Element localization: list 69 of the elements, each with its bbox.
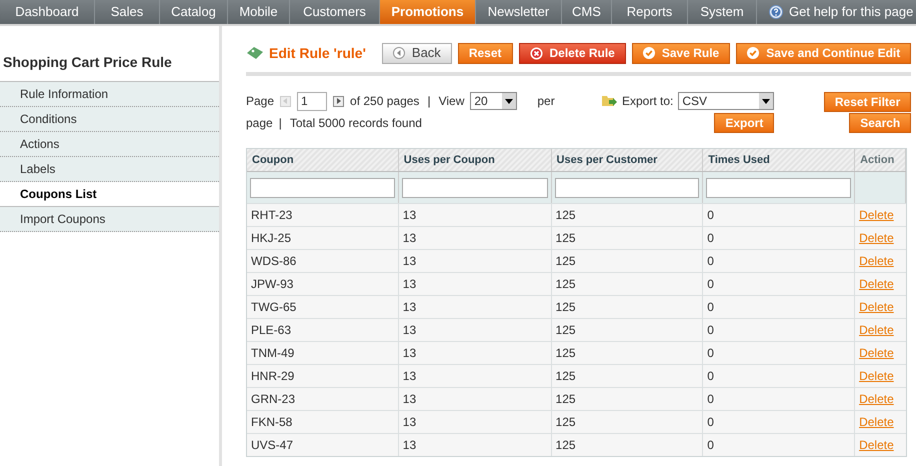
page-field[interactable]: 1 [297, 92, 328, 110]
toolbar-button[interactable]: Reset [458, 42, 512, 64]
delete-link[interactable]: Delete [859, 367, 894, 385]
per-page-select[interactable]: 20 [470, 92, 518, 110]
sidebar-item[interactable]: Rule Information [0, 82, 219, 107]
checkmark-icon [642, 47, 655, 59]
delete-link[interactable]: Delete [859, 252, 894, 270]
delete-link[interactable]: Delete [859, 344, 894, 362]
sidebar-title: Shopping Cart Price Rule [2, 53, 173, 72]
filter-field[interactable] [554, 178, 700, 198]
toolbar-button[interactable]: Save Rule [632, 42, 730, 64]
checkmark-icon [747, 47, 760, 59]
nav-tab[interactable]: Reports [612, 0, 688, 24]
nav-tab[interactable]: Mobile [228, 0, 290, 24]
column-header: Uses per Coupon [398, 149, 552, 171]
delete-link[interactable]: Delete [859, 275, 894, 293]
next-page-icon[interactable] [333, 96, 344, 106]
sidebar-item[interactable]: Actions [0, 132, 219, 157]
export-button[interactable]: Export [714, 113, 774, 133]
separator: | [278, 115, 282, 132]
column-header: Uses per Customer [552, 149, 704, 171]
filter-button[interactable]: Reset Filter [824, 92, 912, 112]
sidebar-item[interactable]: Labels [0, 157, 219, 182]
total-records: Total 5000 records found [290, 115, 422, 132]
sidebar-item[interactable]: Conditions [0, 107, 219, 132]
close-icon [530, 46, 542, 60]
view-label: View [438, 93, 464, 110]
nav-tab[interactable]: CMS [562, 0, 612, 24]
table-cell: UVS-47 [247, 434, 399, 456]
toolbar-button[interactable]: Save and Continue Edit [736, 42, 912, 64]
help-icon [769, 5, 783, 19]
page-count: of 250 pages [350, 93, 420, 110]
delete-link[interactable]: Delete [859, 298, 894, 316]
page-label: Page [246, 93, 274, 110]
page-title: Edit Rule 'rule' [269, 44, 366, 62]
previous-page-icon[interactable] [280, 96, 292, 106]
nav-tab[interactable]: Catalog [160, 0, 228, 24]
delete-link[interactable]: Delete [859, 229, 894, 247]
export-format-select[interactable]: CSV [678, 92, 774, 110]
column-header: Coupon [247, 149, 399, 171]
filter-field[interactable] [250, 178, 395, 198]
separator: | [427, 93, 431, 110]
filter-field[interactable] [402, 178, 548, 198]
delete-link[interactable]: Delete [859, 321, 894, 339]
page-word: page [246, 115, 273, 132]
table-cell: 0 [703, 434, 856, 456]
delete-link[interactable]: Delete [859, 436, 894, 454]
nav-tab[interactable]: Newsletter [476, 0, 562, 24]
toolbar-button[interactable]: Back [382, 42, 452, 64]
column-header: Times Used [703, 149, 856, 171]
nav-tab[interactable]: Sales [95, 0, 160, 24]
delete-link[interactable]: Delete [859, 206, 894, 224]
filter-button[interactable]: Search [849, 113, 912, 133]
nav-tab[interactable]: Promotions [380, 0, 476, 24]
nav-tab[interactable]: Dashboard [0, 0, 95, 24]
toolbar-button[interactable]: Delete Rule [518, 42, 626, 64]
column-header: Action [855, 149, 906, 171]
delete-link[interactable]: Delete [859, 390, 894, 408]
delete-link[interactable]: Delete [859, 413, 894, 431]
table-cell: 13 [398, 434, 552, 456]
per-label: per [537, 93, 555, 110]
export-label: Export to: [622, 93, 674, 110]
filter-field[interactable] [706, 178, 852, 198]
table-cell: 125 [552, 434, 704, 456]
sidebar-item[interactable]: Import Coupons [0, 207, 219, 232]
price-tag-icon [246, 46, 264, 60]
help-link[interactable]: Get help for this page [789, 2, 914, 22]
nav-tab[interactable]: System [688, 0, 757, 24]
folder-export-icon [601, 94, 617, 108]
